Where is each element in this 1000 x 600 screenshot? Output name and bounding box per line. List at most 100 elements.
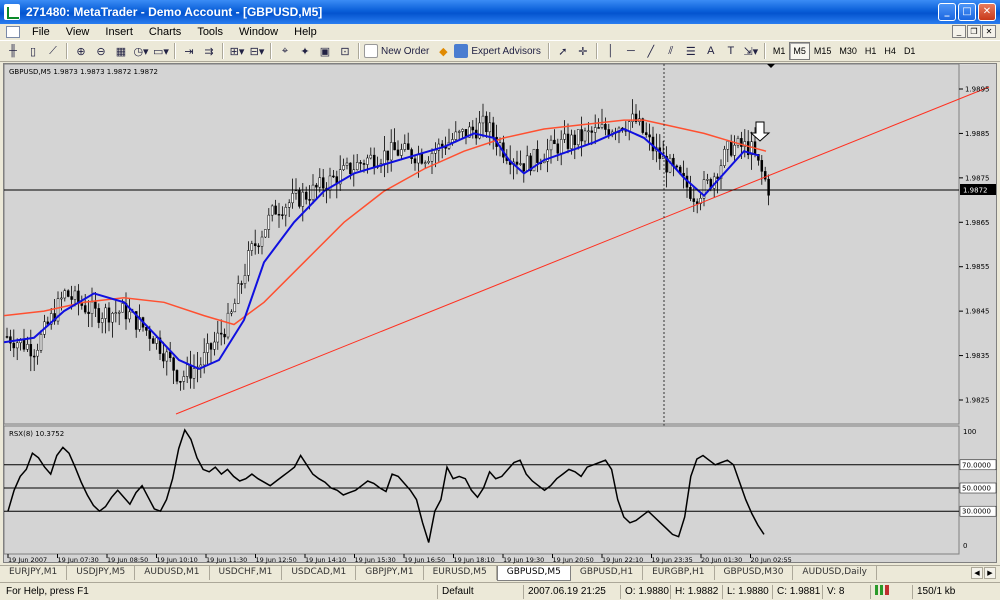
chart-shift-icon[interactable]: ⇥ xyxy=(180,42,198,60)
candle-body xyxy=(345,162,349,166)
candle-body xyxy=(570,134,573,149)
timeframe-m15[interactable]: M15 xyxy=(810,42,836,60)
vertical-line-icon[interactable]: │ xyxy=(602,42,620,60)
candle-body xyxy=(209,343,213,350)
tab-audusd-daily[interactable]: AUDUSD,Daily xyxy=(793,566,877,580)
menu-view[interactable]: View xyxy=(58,26,98,38)
candle-body xyxy=(369,154,373,159)
timeframe-m5[interactable]: M5 xyxy=(789,42,810,60)
candle-body xyxy=(536,148,539,163)
candle-body xyxy=(600,124,604,128)
timeframe-h4[interactable]: H4 xyxy=(880,42,900,60)
timeframe-m1[interactable]: M1 xyxy=(769,42,790,60)
expert-advisors-button[interactable]: Expert Advisors xyxy=(454,42,543,60)
tab-eurusd-m5[interactable]: EURUSD,M5 xyxy=(424,566,497,580)
bar-chart-icon[interactable]: ╫ xyxy=(4,42,22,60)
menu-window[interactable]: Window xyxy=(231,26,286,38)
indicators-icon[interactable]: ⊞▾ xyxy=(228,42,246,60)
templates-icon[interactable]: ▭▾ xyxy=(152,42,170,60)
time-label: 19 Jun 16:50 xyxy=(404,556,445,564)
tabs-scroll-right-icon[interactable]: ▶ xyxy=(984,567,996,579)
candle-body xyxy=(274,205,277,215)
tab-usdjpy-m5[interactable]: USDJPY,M5 xyxy=(67,566,136,580)
tab-usdchf-m1[interactable]: USDCHF,M1 xyxy=(210,566,283,580)
close-button[interactable]: ✕ xyxy=(978,3,996,21)
rsx-level-label: 30.0000 xyxy=(962,508,991,516)
status-profile[interactable]: Default xyxy=(437,585,474,599)
document-icon[interactable] xyxy=(6,26,20,38)
tab-gbpjpy-m1[interactable]: GBPJPY,M1 xyxy=(356,566,424,580)
tab-usdcad-m1[interactable]: USDCAD,M1 xyxy=(282,566,357,580)
menu-charts[interactable]: Charts xyxy=(141,26,189,38)
candle-body xyxy=(94,301,97,309)
tab-eurjpy-m1[interactable]: EURJPY,M1 xyxy=(0,566,68,580)
market-watch-icon[interactable]: ⌖ xyxy=(276,42,294,60)
tab-gbpusd-h1[interactable]: GBPUSD,H1 xyxy=(571,566,644,580)
text-label-tool[interactable]: T xyxy=(722,42,740,60)
periods-icon[interactable]: ◷▾ xyxy=(132,42,150,60)
text-tool[interactable]: A xyxy=(702,42,720,60)
connection-icon xyxy=(870,585,889,599)
navigator-icon[interactable]: ✦ xyxy=(296,42,314,60)
candle-body xyxy=(627,121,631,132)
tile-windows-icon[interactable]: ▦ xyxy=(112,42,130,60)
expert-advisor-status-icon[interactable]: ◆ xyxy=(434,42,452,60)
timeframe-d1[interactable]: D1 xyxy=(900,42,920,60)
menu-help[interactable]: Help xyxy=(286,26,325,38)
price-label: 1.9895 xyxy=(965,86,990,94)
candle-body xyxy=(226,312,230,338)
candle-body xyxy=(760,160,764,172)
tab-audusd-m1[interactable]: AUDUSD,M1 xyxy=(135,566,210,580)
candle-body xyxy=(26,344,29,350)
templates-list-icon[interactable]: ⊟▾ xyxy=(248,42,266,60)
price-label: 1.9845 xyxy=(965,308,990,316)
tab-gbpusd-m5[interactable]: GBPUSD,M5 xyxy=(496,566,571,581)
trendline-icon[interactable]: ╱ xyxy=(642,42,660,60)
arrows-icon[interactable]: ⇲▾ xyxy=(742,42,760,60)
menu-file[interactable]: File xyxy=(24,26,58,38)
terminal-icon[interactable]: ▣ xyxy=(316,42,334,60)
new-order-button[interactable]: New Order xyxy=(364,42,432,60)
candlestick-chart-icon[interactable]: ▯ xyxy=(24,42,42,60)
zoom-in-icon[interactable]: ⊕ xyxy=(72,42,90,60)
tabs-scroll-left-icon[interactable]: ◀ xyxy=(971,567,983,579)
horizontal-line-icon[interactable]: ─ xyxy=(622,42,640,60)
candle-body xyxy=(22,339,26,350)
tab-gbpusd-m30[interactable]: GBPUSD,M30 xyxy=(715,566,794,580)
chart-window[interactable]: GBPUSD,M5 1.9873 1.9873 1.9872 1.9872 1.… xyxy=(3,63,998,564)
cursor-icon[interactable]: ➚ xyxy=(554,42,572,60)
candle-body xyxy=(73,290,77,300)
child-close-button[interactable]: ✕ xyxy=(982,25,996,38)
crosshair-icon[interactable]: ✛ xyxy=(574,42,592,60)
tab-eurgbp-h1[interactable]: EURGBP,H1 xyxy=(643,566,715,580)
timeframe-h1[interactable]: H1 xyxy=(861,42,881,60)
menu-insert[interactable]: Insert xyxy=(97,26,141,38)
candle-body xyxy=(165,351,169,362)
zoom-out-icon[interactable]: ⊖ xyxy=(92,42,110,60)
auto-scroll-icon[interactable]: ⇉ xyxy=(200,42,218,60)
status-datetime: 2007.06.19 21:25 xyxy=(523,585,606,599)
child-restore-button[interactable]: ❐ xyxy=(967,25,981,38)
child-minimize-button[interactable]: _ xyxy=(952,25,966,38)
fibonacci-icon[interactable]: ☰ xyxy=(682,42,700,60)
status-help: For Help, press F1 xyxy=(6,586,89,597)
candle-body xyxy=(342,165,345,170)
menu-tools[interactable]: Tools xyxy=(189,26,231,38)
tester-icon[interactable]: ⊡ xyxy=(336,42,354,60)
candle-body xyxy=(179,381,182,383)
timeframe-m30[interactable]: M30 xyxy=(835,42,861,60)
price-chart[interactable]: GBPUSD,M5 1.9873 1.9873 1.9872 1.9872 1.… xyxy=(4,64,998,564)
candle-body xyxy=(427,161,430,163)
price-label: 1.9825 xyxy=(965,397,990,405)
time-label: 19 Jun 07:30 xyxy=(58,556,99,564)
candle-body xyxy=(423,162,427,164)
time-axis: 19 Jun 2007 19 Jun 07:30 19 Jun 08:50 19 Ju… xyxy=(7,554,792,564)
line-chart-icon[interactable]: ⟋ xyxy=(44,42,62,60)
maximize-button[interactable]: □ xyxy=(958,3,976,21)
candle-body xyxy=(723,148,726,166)
time-label: 19 Jun 15:30 xyxy=(355,556,396,564)
candle-body xyxy=(393,142,396,151)
minimize-button[interactable]: _ xyxy=(938,3,956,21)
equidistant-channel-icon[interactable]: ⫽ xyxy=(662,42,680,60)
time-label: 19 Jun 2007 xyxy=(8,556,47,564)
